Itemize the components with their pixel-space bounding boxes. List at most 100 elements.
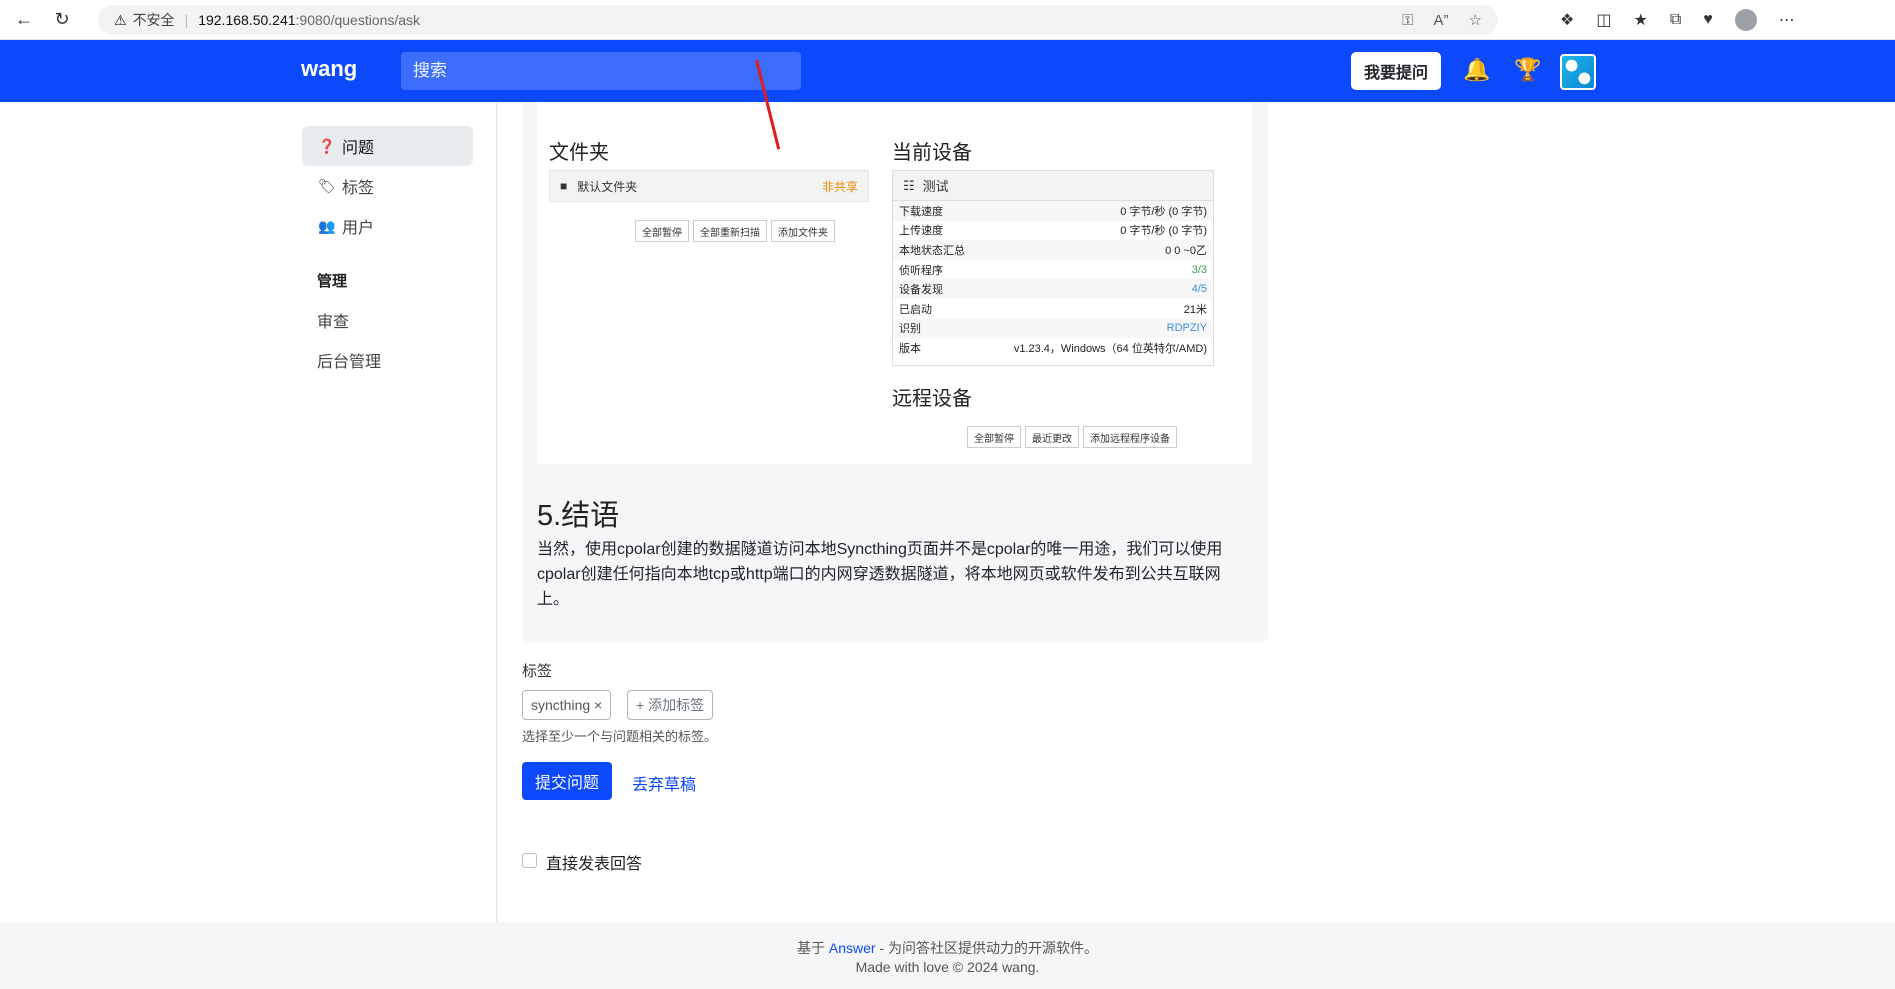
device-panel: ☷ 测试 下载速度 0 字节/秒 (0 字节) 上传速度 0 字节/秒 (0 字节)… (892, 170, 1214, 366)
question-preview: 文件夹 ■ 默认文件夹 非共享 全部暂停 全部重新扫描 添加文件夹 当前设备 ☷… (522, 102, 1268, 642)
device-row-value: 21米 (1183, 303, 1207, 316)
device-rows: 下载速度 0 字节/秒 (0 字节) 上传速度 0 字节/秒 (0 字节) 本地状态… (893, 201, 1213, 358)
device-row: 设备发现 4/5 (893, 279, 1213, 299)
read-aloud-icon[interactable]: A” (1434, 12, 1449, 29)
device-row-value: 3/3 (1191, 263, 1207, 276)
sidebar: ❓ 问题 🏷 标签 👥 用户 管理 审查 后台管理 (0, 102, 497, 922)
profile-avatar[interactable] (1734, 9, 1757, 31)
add-remote-device-button: 添加远程程序设备 (1083, 426, 1177, 448)
sidebar-item-tags[interactable]: 🏷 标签 (302, 166, 473, 206)
remote-title: 远程设备 (892, 388, 972, 410)
post-answer-checkbox[interactable] (522, 853, 537, 868)
device-row-value: 0 字节/秒 (0 字节) (1120, 205, 1207, 218)
footer-line-2: Made with love © 2024 wang. (855, 959, 1040, 975)
sidebar-item-label: 问题 (342, 140, 375, 157)
back-arrow-icon[interactable]: ← (10, 6, 38, 34)
search-input[interactable] (401, 52, 801, 90)
favorites-icon[interactable]: ★ (1633, 10, 1647, 30)
add-tag-button[interactable]: + 添加标签 (627, 690, 714, 720)
tag-chip-syncthing[interactable]: syncthing × (522, 690, 612, 720)
insecure-label: 不安全 (132, 12, 175, 28)
discard-draft-link[interactable]: 丢弃草稿 (632, 771, 696, 795)
device-row-label: 已启动 (899, 303, 932, 316)
people-icon: 👥 (318, 217, 336, 234)
app-header: wang 我要提问 🔔 🏆 (0, 40, 1895, 102)
sidebar-item-label: 标签 (342, 180, 375, 197)
embedded-screenshot: 文件夹 ■ 默认文件夹 非共享 全部暂停 全部重新扫描 添加文件夹 当前设备 ☷… (537, 102, 1252, 464)
device-row: 下载速度 0 字节/秒 (0 字节) (893, 201, 1213, 221)
key-icon[interactable]: ⚿ (1402, 12, 1413, 29)
folder-icon: ■ (560, 179, 568, 193)
device-row-value: 4/5 (1191, 283, 1207, 296)
pause-all-button: 全部暂停 (635, 220, 689, 242)
tags-icon: 🏷 (318, 177, 336, 194)
brand-logo[interactable]: wang (301, 56, 357, 82)
device-row-label: 本地状态汇总 (899, 244, 965, 257)
footer-prefix: 基于 (796, 940, 825, 956)
address-bar[interactable]: ⚠ 不安全 | 192.168.50.241:9080/questions/as… (98, 5, 1498, 35)
article-paragraph: 当然，使用cpolar创建的数据隧道访问本地Syncthing页面并不是cpol… (537, 541, 1223, 608)
device-row-value: v1.23.4，Windows（64 位英特尔/AMD) (1013, 342, 1207, 355)
device-row-label: 侦听程序 (899, 264, 943, 277)
device-icon: ☷ (903, 177, 915, 193)
add-folder-button: 添加文件夹 (771, 220, 835, 242)
sidebar-item-review[interactable]: 审查 (317, 308, 349, 332)
folders-title: 文件夹 (549, 142, 609, 164)
device-row-value: 0 字节/秒 (0 字节) (1120, 225, 1207, 238)
folder-status: 非共享 (821, 179, 858, 194)
device-row-label: 版本 (899, 342, 921, 355)
device-row: 上传速度 0 字节/秒 (0 字节) (893, 221, 1213, 241)
more-menu-icon[interactable]: ⋯ (1779, 10, 1795, 30)
device-row: 侦听程序 3/3 (893, 260, 1213, 280)
browser-essentials-icon[interactable]: ♥ (1703, 11, 1713, 29)
bell-icon[interactable]: 🔔 (1463, 57, 1490, 83)
device-row: 本地状态汇总 0 0 ~0乙 (893, 240, 1213, 260)
favorite-star-icon[interactable]: ☆ (1469, 11, 1482, 29)
url-path: :9080/questions/ask (295, 12, 421, 28)
rescan-all-button: 全部重新扫描 (693, 220, 767, 242)
answer-link[interactable]: Answer (829, 940, 876, 956)
question-circle-icon: ❓ (318, 137, 336, 154)
split-screen-icon[interactable]: ◫ (1596, 10, 1611, 30)
sidebar-item-users[interactable]: 👥 用户 (302, 206, 473, 246)
submit-question-button[interactable]: 提交问题 (522, 762, 612, 800)
ask-question-button[interactable]: 我要提问 (1351, 52, 1441, 90)
device-row-value: RDPZIY (1166, 322, 1207, 335)
folder-row: ■ 默认文件夹 非共享 (549, 170, 869, 202)
device-row-label: 上传速度 (899, 225, 943, 238)
post-answer-label[interactable]: 直接发表回答 (546, 850, 642, 874)
sidebar-item-label: 用户 (342, 220, 375, 237)
device-name: 测试 (922, 179, 949, 194)
footer: 基于 Answer - 为问答社区提供动力的开源软件。 Made with lo… (0, 922, 1895, 989)
refresh-icon[interactable]: ↻ (48, 6, 76, 34)
browser-toolbar: ← ↻ ⚠ 不安全 | 192.168.50.241:9080/question… (0, 0, 1895, 40)
device-row-label: 下载速度 (899, 205, 943, 218)
device-panel-title: ☷ 测试 (893, 171, 1213, 201)
remote-pause-all-button: 全部暂停 (967, 426, 1021, 448)
trophy-icon[interactable]: 🏆 (1514, 57, 1541, 83)
article-heading: 5.结语 (537, 500, 620, 532)
device-row: 版本 v1.23.4，Windows（64 位英特尔/AMD) (893, 338, 1213, 358)
sidebar-item-questions[interactable]: ❓ 问题 (302, 126, 473, 166)
tags-label: 标签 (522, 663, 553, 680)
device-row-label: 识别 (899, 323, 921, 336)
recent-changes-button: 最近更改 (1025, 426, 1079, 448)
address-separator: | (184, 12, 189, 28)
footer-line-1: 基于 Answer - 为问答社区提供动力的开源软件。 (0, 938, 1895, 958)
folder-name: 默认文件夹 (577, 179, 638, 194)
collections-icon[interactable]: ⧉ (1670, 11, 1681, 29)
sidebar-item-admin[interactable]: 后台管理 (317, 348, 381, 372)
footer-suffix: - 为问答社区提供动力的开源软件。 (879, 940, 1099, 956)
device-row: 已启动 21米 (893, 299, 1213, 319)
remote-buttons: 全部暂停 最近更改 添加远程程序设备 (967, 426, 1177, 448)
warning-icon: ⚠ (114, 11, 127, 28)
device-row-label: 设备发现 (899, 284, 943, 297)
url-host: 192.168.50.241 (198, 12, 296, 28)
extensions-icon[interactable]: ❖ (1560, 10, 1574, 30)
user-avatar[interactable] (1560, 54, 1596, 90)
tags-hint: 选择至少一个与问题相关的标签。 (522, 729, 718, 744)
folder-buttons: 全部暂停 全部重新扫描 添加文件夹 (635, 220, 835, 242)
admin-heading: 管理 (317, 273, 348, 290)
device-row-value: 0 0 ~0乙 (1165, 244, 1207, 257)
device-row: 识别 RDPZIY (893, 318, 1213, 339)
